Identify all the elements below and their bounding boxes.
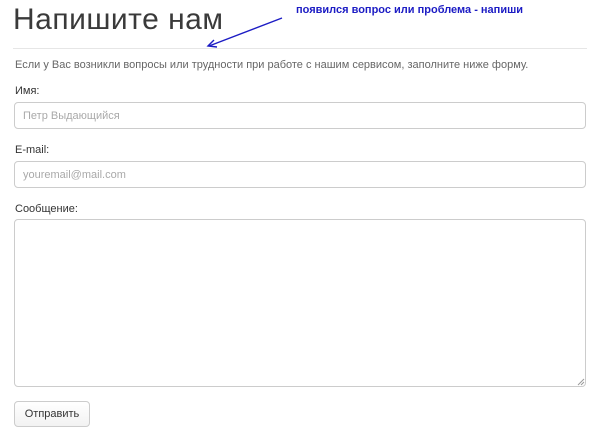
resize-grip-icon[interactable]	[577, 378, 585, 386]
intro-text: Если у Вас возникли вопросы или трудност…	[15, 59, 529, 71]
message-textarea[interactable]	[14, 219, 586, 387]
annotation-note: появился вопрос или проблема - напиши	[296, 4, 524, 16]
submit-button[interactable]: Отправить	[14, 401, 90, 427]
email-label: E-mail:	[15, 144, 50, 156]
name-label: Имя:	[15, 85, 40, 97]
email-input[interactable]	[14, 161, 586, 188]
message-label: Сообщение:	[15, 203, 78, 215]
name-input[interactable]	[14, 102, 586, 129]
title-divider	[13, 48, 587, 49]
page-title: Напишите нам	[13, 3, 224, 36]
